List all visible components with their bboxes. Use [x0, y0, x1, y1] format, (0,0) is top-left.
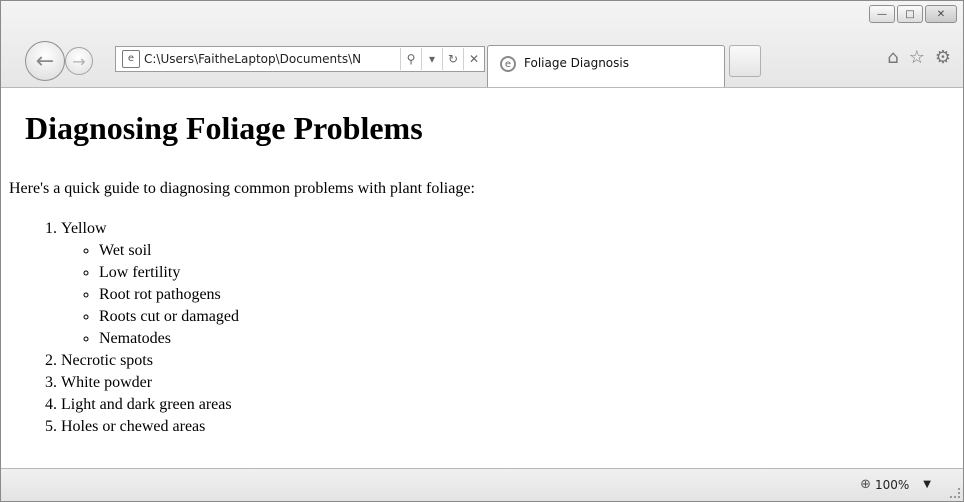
tab-foliage-diagnosis[interactable]: e Foliage Diagnosis [487, 45, 725, 87]
list-item: White powder [61, 372, 239, 394]
list-item: Necrotic spots [61, 350, 239, 372]
list-item: Light and dark green areas [61, 394, 239, 416]
window-controls: — □ ✕ [869, 5, 957, 23]
sub-list-item: Roots cut or damaged [99, 306, 239, 328]
intro-text: Here's a quick guide to diagnosing commo… [9, 180, 475, 197]
list-item-label: Yellow [61, 220, 107, 237]
browser-window: — □ ✕ ← → e C:\Users\FaitheLaptop\Docume… [0, 0, 964, 502]
tab-title: Foliage Diagnosis [524, 56, 629, 70]
resize-grip[interactable] [950, 488, 960, 498]
page-icon: e [122, 50, 140, 68]
sub-list-item: Wet soil [99, 240, 239, 262]
list-item: Holes or chewed areas [61, 416, 239, 438]
search-icon[interactable]: ⚲ [400, 48, 421, 70]
home-icon[interactable]: ⌂ [887, 47, 898, 68]
refresh-icon[interactable]: ↻ [442, 48, 463, 70]
status-bar: ⊕ 100% ▼ [1, 468, 963, 501]
ie-icon: e [500, 56, 516, 72]
page-title: Diagnosing Foliage Problems [25, 110, 423, 146]
forward-button[interactable]: → [65, 47, 93, 75]
zoom-control[interactable]: ⊕ 100% ▼ [860, 477, 931, 492]
sub-list-item: Root rot pathogens [99, 284, 239, 306]
command-icons: ⌂ ☆ ⚙ [887, 47, 951, 68]
sub-list-item: Nematodes [99, 328, 239, 350]
gear-icon[interactable]: ⚙ [935, 47, 951, 68]
sub-list-item: Low fertility [99, 262, 239, 284]
list-item: Yellow Wet soil Low fertility Root rot p… [61, 218, 239, 350]
sub-list: Wet soil Low fertility Root rot pathogen… [61, 240, 239, 350]
zoom-icon: ⊕ [860, 477, 871, 492]
close-window-button[interactable]: ✕ [925, 5, 957, 23]
minimize-button[interactable]: — [869, 5, 895, 23]
address-bar[interactable]: e C:\Users\FaitheLaptop\Documents\N ⚲ ▾ … [115, 46, 485, 72]
forward-arrow-icon: → [72, 51, 86, 71]
maximize-button[interactable]: □ [897, 5, 923, 23]
back-arrow-icon: ← [35, 48, 55, 74]
page-content: Diagnosing Foliage Problems Here's a qui… [1, 88, 963, 467]
browser-toolbar: — □ ✕ ← → e C:\Users\FaitheLaptop\Docume… [1, 1, 963, 88]
address-url[interactable]: C:\Users\FaitheLaptop\Documents\N [144, 52, 400, 66]
dropdown-icon[interactable]: ▾ [421, 48, 442, 70]
new-tab-button[interactable] [729, 45, 761, 77]
back-button[interactable]: ← [25, 41, 65, 81]
diagnosis-list: Yellow Wet soil Low fertility Root rot p… [1, 218, 239, 438]
star-icon[interactable]: ☆ [909, 47, 925, 68]
stop-icon[interactable]: ✕ [463, 48, 484, 70]
chevron-down-icon[interactable]: ▼ [923, 479, 931, 490]
zoom-level: 100% [874, 477, 910, 492]
